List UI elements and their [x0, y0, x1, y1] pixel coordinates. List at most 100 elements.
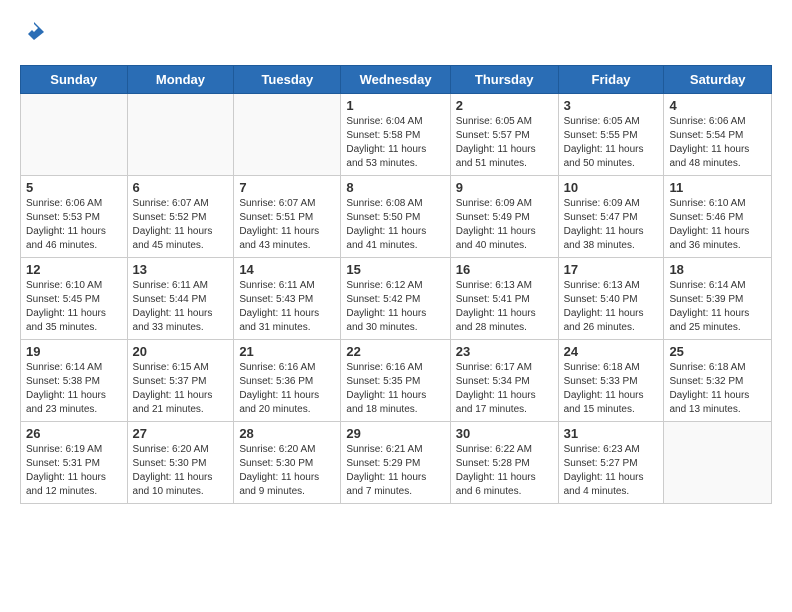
day-info: Sunrise: 6:12 AM Sunset: 5:42 PM Dayligh…: [346, 279, 444, 335]
calendar-cell: 29Sunrise: 6:21 AM Sunset: 5:29 PM Dayli…: [341, 422, 450, 504]
logo: [20, 20, 46, 49]
day-number: 27: [133, 426, 229, 441]
calendar-cell: 22 Sunrise: 6:16 AM Sunset: 5:35 PM Dayli…: [341, 340, 450, 422]
day-info: Sunrise: 6:20 AM Sunset: 5:30 PM Dayligh…: [133, 443, 229, 499]
day-info: Sunrise: 6:11 AM Sunset: 5:43 PM Dayligh…: [239, 279, 335, 335]
calendar-week-row: 26 Sunrise: 6:19 AM Sunset: 5:31 PM Dayli…: [21, 422, 772, 504]
calendar-cell: 27 Sunrise: 6:20 AM Sunset: 5:30 PM Dayli…: [127, 422, 234, 504]
day-info: Sunrise: 6:18 AM Sunset: 5:33 PM Dayligh…: [564, 361, 659, 417]
calendar-cell: 4Sunrise: 6:06 AM Sunset: 5:54 PM Daylig…: [664, 94, 772, 176]
day-info: Sunrise: 6:17 AM Sunset: 5:34 PM Dayligh…: [456, 361, 553, 417]
day-info: Sunrise: 6:06 AM Sunset: 5:53 PM Dayligh…: [26, 197, 122, 253]
day-number: 29: [346, 426, 444, 441]
day-number: 9: [456, 180, 553, 195]
day-info: Sunrise: 6:05 AM Sunset: 5:55 PM Dayligh…: [564, 115, 659, 171]
calendar-week-row: 19Sunrise: 6:14 AM Sunset: 5:38 PM Dayli…: [21, 340, 772, 422]
day-info: Sunrise: 6:14 AM Sunset: 5:39 PM Dayligh…: [669, 279, 766, 335]
day-info: Sunrise: 6:09 AM Sunset: 5:49 PM Dayligh…: [456, 197, 553, 253]
day-info: Sunrise: 6:16 AM Sunset: 5:35 PM Dayligh…: [346, 361, 444, 417]
day-number: 22: [346, 344, 444, 359]
day-info: Sunrise: 6:19 AM Sunset: 5:31 PM Dayligh…: [26, 443, 122, 499]
page-header: [20, 20, 772, 49]
calendar-cell: 21 Sunrise: 6:16 AM Sunset: 5:36 PM Dayli…: [234, 340, 341, 422]
day-number: 23: [456, 344, 553, 359]
day-number: 5: [26, 180, 122, 195]
day-info: Sunrise: 6:13 AM Sunset: 5:41 PM Dayligh…: [456, 279, 553, 335]
day-number: 12: [26, 262, 122, 277]
day-number: 20: [133, 344, 229, 359]
calendar-cell: 10 Sunrise: 6:09 AM Sunset: 5:47 PM Dayli…: [558, 176, 664, 258]
day-number: 1: [346, 98, 444, 113]
calendar-cell: [127, 94, 234, 176]
calendar-cell: 17 Sunrise: 6:13 AM Sunset: 5:40 PM Dayli…: [558, 258, 664, 340]
calendar-cell: 9 Sunrise: 6:09 AM Sunset: 5:49 PM Daylig…: [450, 176, 558, 258]
day-number: 10: [564, 180, 659, 195]
calendar-week-row: 5 Sunrise: 6:06 AM Sunset: 5:53 PM Daylig…: [21, 176, 772, 258]
day-number: 13: [133, 262, 229, 277]
calendar-table: SundayMondayTuesdayWednesdayThursdayFrid…: [20, 65, 772, 504]
day-number: 15: [346, 262, 444, 277]
day-number: 14: [239, 262, 335, 277]
day-info: Sunrise: 6:16 AM Sunset: 5:36 PM Dayligh…: [239, 361, 335, 417]
day-info: Sunrise: 6:13 AM Sunset: 5:40 PM Dayligh…: [564, 279, 659, 335]
day-header-tuesday: Tuesday: [234, 66, 341, 94]
calendar-cell: 19Sunrise: 6:14 AM Sunset: 5:38 PM Dayli…: [21, 340, 128, 422]
calendar-cell: 8 Sunrise: 6:08 AM Sunset: 5:50 PM Daylig…: [341, 176, 450, 258]
day-header-thursday: Thursday: [450, 66, 558, 94]
day-number: 18: [669, 262, 766, 277]
day-number: 16: [456, 262, 553, 277]
calendar-cell: 26 Sunrise: 6:19 AM Sunset: 5:31 PM Dayli…: [21, 422, 128, 504]
calendar-cell: 18 Sunrise: 6:14 AM Sunset: 5:39 PM Dayli…: [664, 258, 772, 340]
calendar-cell: 20 Sunrise: 6:15 AM Sunset: 5:37 PM Dayli…: [127, 340, 234, 422]
calendar-cell: 24 Sunrise: 6:18 AM Sunset: 5:33 PM Dayli…: [558, 340, 664, 422]
calendar-cell: [664, 422, 772, 504]
day-info: Sunrise: 6:07 AM Sunset: 5:52 PM Dayligh…: [133, 197, 229, 253]
calendar-cell: 11 Sunrise: 6:10 AM Sunset: 5:46 PM Dayli…: [664, 176, 772, 258]
day-info: Sunrise: 6:08 AM Sunset: 5:50 PM Dayligh…: [346, 197, 444, 253]
day-info: Sunrise: 6:10 AM Sunset: 5:45 PM Dayligh…: [26, 279, 122, 335]
calendar-cell: 7 Sunrise: 6:07 AM Sunset: 5:51 PM Daylig…: [234, 176, 341, 258]
calendar-cell: [21, 94, 128, 176]
day-info: Sunrise: 6:07 AM Sunset: 5:51 PM Dayligh…: [239, 197, 335, 253]
calendar-cell: 12 Sunrise: 6:10 AM Sunset: 5:45 PM Dayli…: [21, 258, 128, 340]
day-number: 7: [239, 180, 335, 195]
day-header-sunday: Sunday: [21, 66, 128, 94]
calendar-cell: 16 Sunrise: 6:13 AM Sunset: 5:41 PM Dayli…: [450, 258, 558, 340]
calendar-cell: 6 Sunrise: 6:07 AM Sunset: 5:52 PM Daylig…: [127, 176, 234, 258]
calendar-cell: 28Sunrise: 6:20 AM Sunset: 5:30 PM Dayli…: [234, 422, 341, 504]
day-header-wednesday: Wednesday: [341, 66, 450, 94]
day-number: 21: [239, 344, 335, 359]
calendar-header-row: SundayMondayTuesdayWednesdayThursdayFrid…: [21, 66, 772, 94]
day-header-friday: Friday: [558, 66, 664, 94]
day-number: 17: [564, 262, 659, 277]
day-number: 25: [669, 344, 766, 359]
calendar-cell: 25 Sunrise: 6:18 AM Sunset: 5:32 PM Dayli…: [664, 340, 772, 422]
day-info: Sunrise: 6:22 AM Sunset: 5:28 PM Dayligh…: [456, 443, 553, 499]
day-number: 26: [26, 426, 122, 441]
day-info: Sunrise: 6:18 AM Sunset: 5:32 PM Dayligh…: [669, 361, 766, 417]
day-header-monday: Monday: [127, 66, 234, 94]
day-number: 24: [564, 344, 659, 359]
day-number: 6: [133, 180, 229, 195]
calendar-cell: 31Sunrise: 6:23 AM Sunset: 5:27 PM Dayli…: [558, 422, 664, 504]
day-info: Sunrise: 6:11 AM Sunset: 5:44 PM Dayligh…: [133, 279, 229, 335]
day-number: 19: [26, 344, 122, 359]
day-info: Sunrise: 6:15 AM Sunset: 5:37 PM Dayligh…: [133, 361, 229, 417]
day-info: Sunrise: 6:09 AM Sunset: 5:47 PM Dayligh…: [564, 197, 659, 253]
calendar-cell: 30Sunrise: 6:22 AM Sunset: 5:28 PM Dayli…: [450, 422, 558, 504]
day-number: 28: [239, 426, 335, 441]
day-info: Sunrise: 6:05 AM Sunset: 5:57 PM Dayligh…: [456, 115, 553, 171]
day-info: Sunrise: 6:10 AM Sunset: 5:46 PM Dayligh…: [669, 197, 766, 253]
day-number: 31: [564, 426, 659, 441]
day-header-saturday: Saturday: [664, 66, 772, 94]
calendar-cell: 23 Sunrise: 6:17 AM Sunset: 5:34 PM Dayli…: [450, 340, 558, 422]
day-number: 4: [669, 98, 766, 113]
calendar-cell: 15 Sunrise: 6:12 AM Sunset: 5:42 PM Dayli…: [341, 258, 450, 340]
day-number: 8: [346, 180, 444, 195]
calendar-cell: 1 Sunrise: 6:04 AM Sunset: 5:58 PM Daylig…: [341, 94, 450, 176]
day-number: 11: [669, 180, 766, 195]
day-info: Sunrise: 6:04 AM Sunset: 5:58 PM Dayligh…: [346, 115, 444, 171]
calendar-cell: 5 Sunrise: 6:06 AM Sunset: 5:53 PM Daylig…: [21, 176, 128, 258]
day-number: 2: [456, 98, 553, 113]
logo-icon: [22, 20, 46, 44]
